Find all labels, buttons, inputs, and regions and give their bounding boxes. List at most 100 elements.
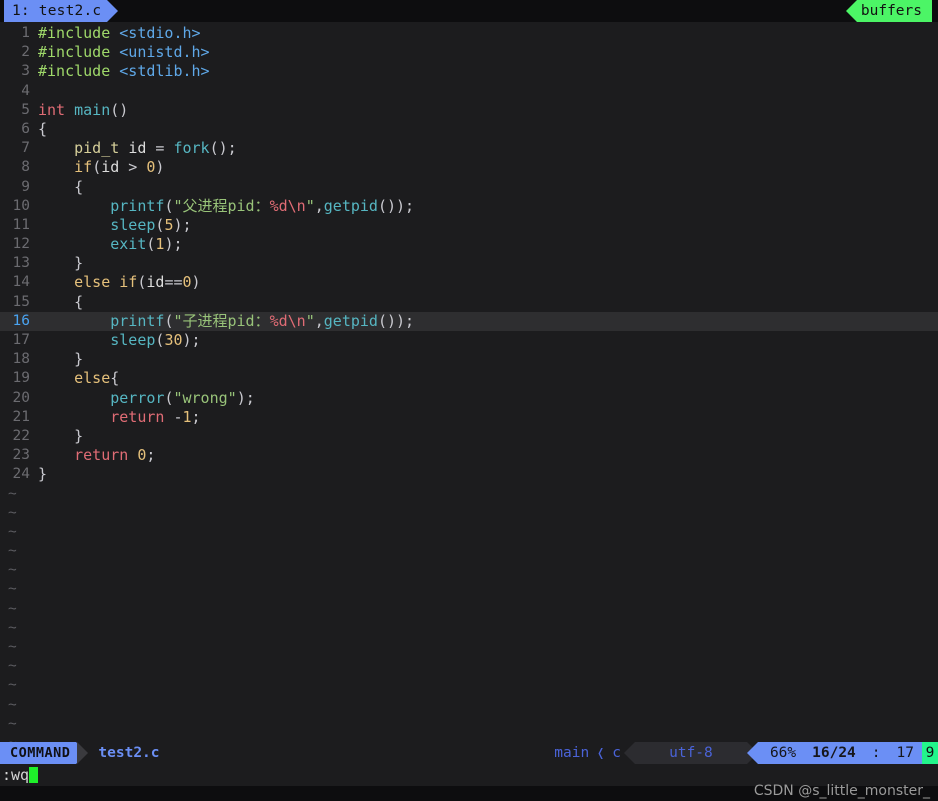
code-line[interactable]: 16 printf("子进程pid：%d\n",getpid()); (0, 311, 938, 331)
code-line[interactable]: 2 #include <unistd.h> (0, 43, 938, 62)
code-line[interactable]: 10 printf("父进程pid：%d\n",getpid()); (0, 197, 938, 216)
token-punc: ()); (377, 196, 415, 215)
token-fn: main (74, 100, 111, 119)
token-num: 30 (164, 331, 183, 349)
tilde-marker: ~ (8, 696, 17, 713)
code-text: } (38, 465, 47, 484)
code-line[interactable]: 5 int main() (0, 101, 938, 120)
code-text: } (38, 350, 83, 369)
code-line[interactable]: 21 return -1; (0, 408, 938, 427)
token-num: 1 (182, 407, 192, 426)
token-punc: > (119, 158, 147, 177)
code-line[interactable]: 4 (0, 82, 938, 101)
editor-area[interactable]: 1 #include <stdio.h> 2 #include <unistd.h> 3… (0, 22, 938, 770)
code-line[interactable]: 20 perror("wrong"); (0, 389, 938, 408)
code-text: printf("父进程pid：%d\n",getpid()); (38, 197, 414, 216)
code-text: else{ (38, 369, 119, 388)
empty-line: ~ (0, 676, 938, 695)
code-line[interactable]: 19 else{ (0, 369, 938, 388)
code-line[interactable]: 23 return 0; (0, 446, 938, 465)
line-number: 1 (21, 25, 30, 41)
line-number: 17 (12, 332, 30, 348)
line-number: 23 (12, 447, 30, 464)
token-var: id (101, 158, 120, 177)
buffers-label: buffers (860, 3, 922, 19)
statusline-spacer (160, 742, 555, 764)
token-pre: #include (38, 43, 111, 62)
tilde-marker: ~ (8, 543, 17, 560)
token-punc: - (164, 407, 183, 426)
token-kw: else (74, 369, 111, 388)
buffers-indicator[interactable]: buffers (845, 0, 932, 22)
code-line[interactable]: 11 sleep(5); (0, 216, 938, 235)
empty-line: ~ (0, 657, 938, 676)
token-punc: , (314, 196, 324, 215)
empty-line: ~ (0, 696, 938, 715)
code-line[interactable]: 3 #include <stdlib.h> (0, 62, 938, 81)
code-line[interactable]: 7 pid_t id = fork(); (0, 139, 938, 158)
code-line[interactable]: 15 { (0, 293, 938, 312)
token-pre: #include (38, 24, 111, 42)
token-punc: ); (164, 235, 183, 254)
statusline-filename: test2.c (90, 742, 159, 764)
token-fn: perror (110, 388, 165, 407)
token-punc: = (146, 139, 174, 158)
tab-test2-c[interactable]: 1: test2.c (4, 0, 119, 22)
statusline: COMMAND test2.c main ❬ c utf-8 66% 16/24… (0, 742, 938, 764)
code-line[interactable]: 24} (0, 465, 938, 484)
code-text: if(id > 0) (38, 158, 164, 177)
filetype-label: c (612, 745, 621, 761)
code-text: printf("子进程pid：%d\n",getpid()); (38, 312, 414, 331)
line-number: 8 (21, 159, 30, 176)
code-line[interactable]: 14 else if(id==0) (0, 273, 938, 292)
line-number: 5 (21, 101, 30, 118)
token-fn: exit (110, 235, 147, 254)
code-text: return 0; (38, 446, 155, 465)
mode-indicator: COMMAND (0, 742, 88, 764)
line-number: 7 (21, 140, 30, 157)
empty-line: ~ (0, 485, 938, 504)
token-fn: sleep (110, 331, 156, 349)
position-section: 66% 16/24 : 17 (746, 742, 922, 764)
code-line[interactable]: 12 exit(1); (0, 235, 938, 254)
token-fn: sleep (110, 215, 156, 234)
token-str: "子进程pid： (173, 311, 270, 330)
empty-line: ~ (0, 504, 938, 523)
code-line[interactable]: 22 } (0, 427, 938, 446)
scroll-flag-label: 9 (925, 745, 935, 761)
token-punc: { (74, 292, 84, 311)
code-line[interactable]: 18 } (0, 350, 938, 369)
encoding-label: utf-8 (669, 745, 713, 761)
line-number: 12 (12, 236, 30, 253)
code-line[interactable]: 1 #include <stdio.h> (0, 24, 938, 43)
code-line[interactable]: 13 } (0, 254, 938, 273)
tabline-spacer (107, 0, 857, 22)
code-text: int main() (38, 101, 128, 120)
code-line[interactable]: 17 sleep(30); (0, 331, 938, 350)
token-hdr: <stdlib.h> (119, 62, 210, 81)
code-line[interactable]: 6{ (0, 120, 938, 139)
code-text: { (38, 293, 83, 312)
line-number: 4 (21, 82, 30, 99)
filename-label: test2.c (98, 745, 160, 761)
tilde-marker: ~ (8, 504, 17, 521)
code-text: } (38, 254, 83, 273)
tilde-marker: ~ (8, 485, 17, 502)
code-line[interactable]: 8 if(id > 0) (0, 158, 938, 177)
token-punc: () (110, 100, 129, 119)
code-line[interactable]: 9 { (0, 178, 938, 197)
token-punc: ) (155, 158, 165, 177)
watermark: CSDN @s_little_monster_ (753, 783, 930, 799)
tilde-marker: ~ (8, 523, 17, 540)
